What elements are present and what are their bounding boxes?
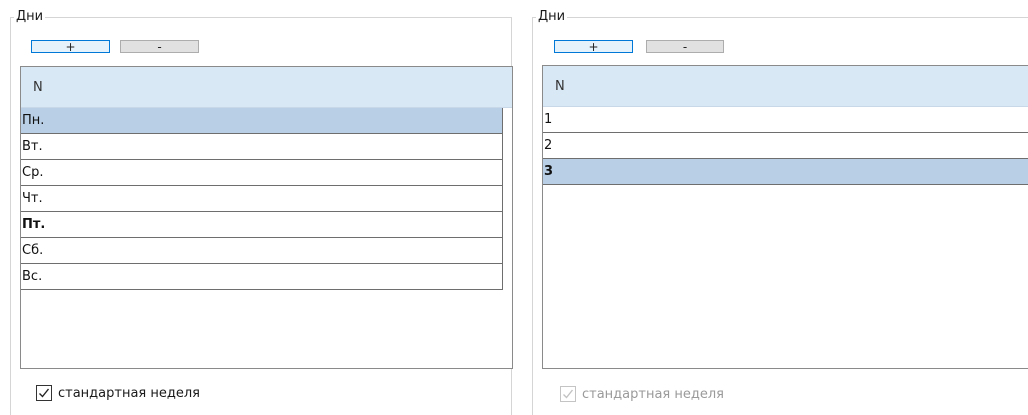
column-header-n[interactable]: N — [21, 67, 512, 108]
days-group-left: Дни + - N Пн. Вт. Ср. Чт. Пт. Сб. Вс. стандарт… — [0, 0, 516, 415]
table-row[interactable]: Чт. — [21, 186, 503, 212]
add-button[interactable]: + — [554, 40, 633, 53]
table-row[interactable]: 1 — [543, 107, 1028, 133]
standard-week-option: стандартная неделя — [560, 385, 724, 403]
days-table[interactable]: N 123 — [542, 65, 1028, 369]
add-button[interactable]: + — [31, 40, 110, 53]
table-rows: Пн. Вт. Ср. Чт. Пт. Сб. Вс. — [21, 108, 512, 290]
days-group-right: Дни + - N 123 стандартная неделя — [520, 0, 1028, 415]
days-table[interactable]: N Пн. Вт. Ср. Чт. Пт. Сб. Вс. — [20, 66, 513, 369]
table-row[interactable]: Сб. — [21, 238, 503, 264]
standard-week-checkbox — [560, 386, 576, 402]
checkmark-icon — [39, 388, 50, 398]
table-row[interactable]: Ср. — [21, 160, 503, 186]
checkmark-icon — [563, 389, 574, 399]
table-row[interactable]: Вт. — [21, 134, 503, 160]
remove-button[interactable]: - — [646, 40, 724, 53]
column-header-n[interactable]: N — [543, 66, 1028, 107]
table-row[interactable]: 3 — [543, 159, 1028, 185]
group-legend: Дни — [14, 8, 46, 25]
table-row[interactable]: 2 — [543, 133, 1028, 159]
table-row[interactable]: Пн. — [21, 108, 503, 134]
standard-week-label: стандартная неделя — [582, 386, 724, 402]
group-legend: Дни — [536, 8, 568, 25]
table-row[interactable]: Вс. — [21, 264, 503, 290]
standard-week-checkbox[interactable] — [36, 385, 52, 401]
standard-week-option[interactable]: стандартная неделя — [36, 384, 200, 402]
table-row[interactable]: Пт. — [21, 212, 503, 238]
remove-button[interactable]: - — [120, 40, 199, 53]
standard-week-label: стандартная неделя — [58, 385, 200, 401]
table-rows: 123 — [543, 107, 1028, 185]
